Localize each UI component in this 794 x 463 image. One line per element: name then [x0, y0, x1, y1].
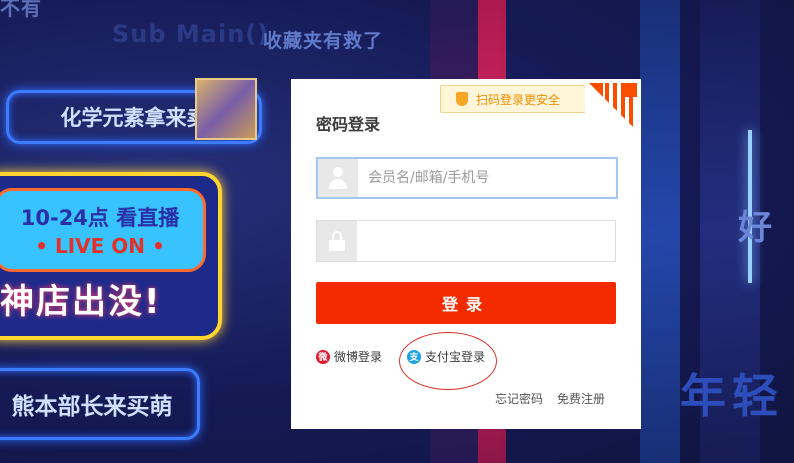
promo-box-kumamon: 熊本部长来买萌: [0, 368, 200, 440]
live-sign-banner: 10-24点 看直播 • LIVE ON •: [0, 188, 206, 272]
bg-fragment-text: 不有: [0, 0, 42, 20]
chip-decoration: [195, 78, 257, 140]
shield-icon: [456, 92, 468, 106]
username-input[interactable]: [358, 159, 616, 197]
lock-icon: [329, 231, 345, 251]
live-sign: 10-24点 看直播 • LIVE ON • 神店出没!: [0, 172, 222, 340]
weibo-login-label: 微博登录: [334, 350, 383, 364]
bg-code-text: Sub Main(): [112, 20, 270, 48]
lock-icon-box: [317, 221, 357, 261]
user-icon-box: [318, 159, 358, 197]
live-sign-time: 10-24点 看直播: [20, 206, 180, 230]
qr-corner-fold: [585, 79, 641, 135]
footer-links: 忘记密码 免费注册: [495, 390, 605, 407]
register-link[interactable]: 免费注册: [557, 390, 605, 407]
password-field: [316, 220, 616, 262]
bg-right-glyph: 好: [738, 208, 773, 248]
qr-login-tip[interactable]: 扫码登录更安全: [440, 85, 586, 113]
qr-login-tip-text: 扫码登录更安全: [476, 92, 561, 107]
annotation-circle: [399, 332, 497, 390]
bg-stripe: [640, 0, 680, 463]
weibo-login-link[interactable]: 微 微博登录: [316, 348, 382, 365]
username-field: [316, 157, 618, 199]
login-title: 密码登录: [316, 115, 381, 134]
bg-tagline: 收藏夹有救了: [263, 30, 384, 52]
qr-code-toggle[interactable]: [585, 79, 641, 135]
login-panel: 扫码登录更安全 密码登录 登录 微 微博登录 支 支付宝登录 忘记密码 免费注册: [291, 79, 641, 429]
live-sign-slogan: 神店出没!: [0, 282, 162, 322]
forgot-password-link[interactable]: 忘记密码: [495, 390, 543, 407]
live-sign-live: • LIVE ON •: [35, 234, 165, 258]
login-button[interactable]: 登录: [316, 282, 616, 324]
password-input[interactable]: [357, 221, 615, 261]
bg-right-text: 年轻: [680, 369, 784, 423]
weibo-icon: 微: [316, 349, 330, 364]
user-icon: [329, 167, 347, 189]
